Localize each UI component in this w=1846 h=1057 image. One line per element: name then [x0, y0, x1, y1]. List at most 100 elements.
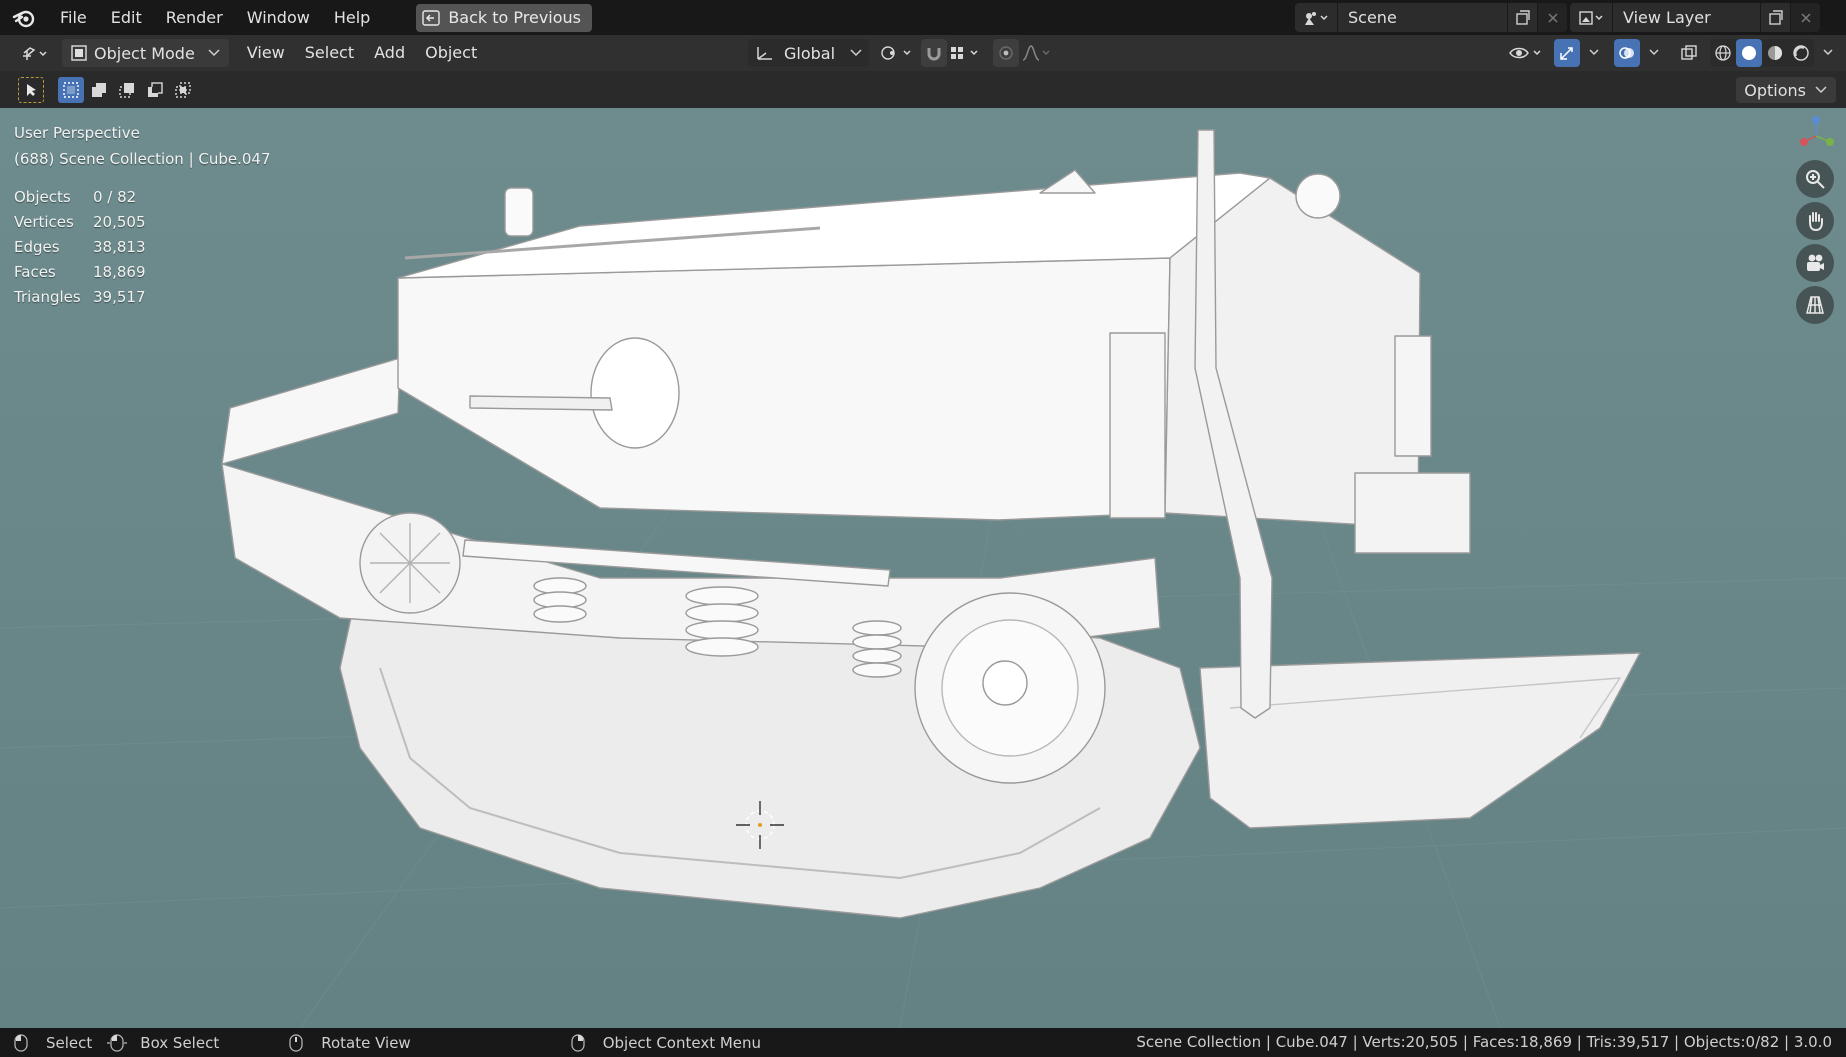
scene-statistics: Objects 0 / 82 Vertices 20,505 Edges 38,813… — [14, 184, 146, 309]
stat-label: Objects — [14, 187, 71, 206]
select-intersect-button[interactable] — [170, 77, 196, 103]
menu-file[interactable]: File — [48, 0, 99, 35]
object-visibility-dropdown[interactable] — [1506, 39, 1550, 67]
new-scene-button[interactable] — [1507, 3, 1537, 32]
shading-dropdown[interactable] — [1818, 39, 1838, 67]
status-hint-rotate: Rotate View — [289, 1028, 411, 1057]
snap-target-dropdown[interactable] — [947, 39, 987, 67]
delete-scene-button[interactable] — [1537, 3, 1567, 32]
menu-render[interactable]: Render — [154, 0, 235, 35]
3d-viewport-icon — [23, 47, 47, 60]
object-mode-dropdown[interactable]: Object Mode — [62, 39, 229, 67]
stat-label: Vertices — [14, 212, 74, 231]
overlays-toggle[interactable] — [1614, 39, 1640, 67]
rendered-shading-button[interactable] — [1788, 39, 1814, 67]
stat-label: Edges — [14, 237, 60, 256]
solid-shading-button[interactable] — [1736, 39, 1762, 67]
stat-row: Vertices 20,505 — [14, 209, 146, 234]
camera-view-button[interactable] — [1796, 244, 1834, 282]
toggle-perspective-button[interactable] — [1796, 286, 1834, 324]
object-mode-icon — [71, 45, 87, 61]
delete-view-layer-button[interactable] — [1790, 3, 1820, 32]
view-layer-name-field[interactable]: View Layer — [1612, 3, 1760, 32]
overlays-dropdown[interactable] — [1644, 39, 1664, 67]
pivot-point-icon — [881, 46, 911, 60]
grid-perspective-icon — [1806, 296, 1824, 314]
menu-view[interactable]: View — [237, 35, 295, 71]
status-hint-label: Object Context Menu — [602, 1033, 762, 1052]
menu-add[interactable]: Add — [364, 35, 415, 71]
pan-button[interactable] — [1796, 202, 1834, 240]
tool-settings-header: Options — [0, 71, 1846, 108]
menu-object[interactable]: Object — [415, 35, 487, 71]
viewport-scene — [0, 108, 1846, 1028]
scene-browse-button[interactable] — [1295, 3, 1337, 32]
status-hint-label: Rotate View — [321, 1033, 411, 1052]
zoom-button[interactable] — [1796, 160, 1834, 198]
scene-status-info: Scene Collection | Cube.047 | Verts:20,5… — [1136, 1033, 1832, 1051]
solid-sphere-icon — [1742, 46, 1756, 60]
menu-window[interactable]: Window — [235, 0, 322, 35]
hand-icon — [1809, 212, 1823, 232]
pivot-point-dropdown[interactable] — [877, 39, 921, 67]
new-view-layer-button[interactable] — [1760, 3, 1790, 32]
stat-row: Edges 38,813 — [14, 234, 146, 259]
scene-name-field[interactable]: Scene — [1337, 3, 1507, 32]
editor-type-button[interactable] — [14, 39, 56, 67]
back-button-label: Back to Previous — [448, 8, 582, 27]
select-difference-button[interactable] — [142, 77, 168, 103]
transform-orientation-dropdown[interactable]: Global — [748, 39, 870, 67]
gizmo-toggle[interactable] — [1554, 39, 1580, 67]
blender-logo-icon[interactable] — [0, 0, 48, 35]
menu-help[interactable]: Help — [322, 0, 382, 35]
menu-edit[interactable]: Edit — [99, 0, 154, 35]
copy-icon — [1768, 9, 1783, 25]
chevron-down-icon — [1589, 49, 1599, 56]
material-preview-button[interactable] — [1762, 39, 1788, 67]
camera-icon — [1807, 254, 1824, 271]
overlays-icon — [1619, 47, 1634, 59]
select-new-button[interactable] — [58, 77, 84, 103]
eye-icon — [1509, 47, 1541, 59]
options-dropdown[interactable]: Options — [1736, 77, 1836, 103]
gizmo-dropdown[interactable] — [1584, 39, 1604, 67]
wireframe-shading-button[interactable] — [1710, 39, 1736, 67]
chevron-down-icon — [1823, 49, 1833, 56]
view-perspective-label: User Perspective — [14, 124, 140, 142]
chevron-down-icon — [208, 49, 220, 57]
proportional-editing-toggle[interactable] — [993, 39, 1020, 67]
back-to-previous-button[interactable]: Back to Previous — [416, 3, 593, 32]
snap-toggle[interactable] — [921, 39, 948, 67]
gizmo-icon — [1560, 47, 1573, 60]
gun-barrel — [469, 395, 613, 411]
status-hint-label: Box Select — [140, 1033, 220, 1052]
select-subtract-button[interactable] — [114, 77, 140, 103]
navigation-gizmo — [1786, 108, 1846, 348]
scene-selector: Scene — [1295, 3, 1567, 32]
blender-window: File Edit Render Window Help Back to Pre… — [0, 0, 1846, 1057]
menu-select[interactable]: Select — [295, 35, 364, 71]
scene-icon — [1305, 11, 1328, 25]
options-label: Options — [1744, 80, 1806, 100]
magnet-icon — [927, 48, 941, 61]
top-menu-bar: File Edit Render Window Help Back to Pre… — [0, 0, 1846, 35]
chevron-down-icon — [850, 49, 862, 57]
proportional-falloff-dropdown[interactable] — [1019, 39, 1057, 67]
material-sphere-icon — [1768, 46, 1782, 60]
select-subtract-icon — [119, 83, 134, 98]
select-extend-button[interactable] — [86, 77, 112, 103]
copy-icon — [1515, 9, 1530, 25]
shading-mode-group — [1710, 39, 1814, 67]
xray-toggle[interactable] — [1676, 39, 1702, 67]
chevron-down-icon — [1649, 49, 1659, 56]
stat-value: 39,517 — [93, 287, 146, 306]
3d-viewport[interactable]: User Perspective (688) Scene Collection … — [0, 108, 1846, 1028]
view-layer-icon — [1579, 10, 1603, 25]
view-layer-browse-button[interactable] — [1570, 3, 1612, 32]
axis-gizmo-icon[interactable] — [1796, 114, 1836, 154]
status-hint-context-menu: Object Context Menu — [571, 1028, 761, 1057]
select-tool-button[interactable] — [18, 77, 44, 103]
stat-value: 18,869 — [93, 262, 146, 281]
falloff-curve-icon — [1022, 45, 1050, 61]
select-intersect-icon — [175, 82, 191, 98]
